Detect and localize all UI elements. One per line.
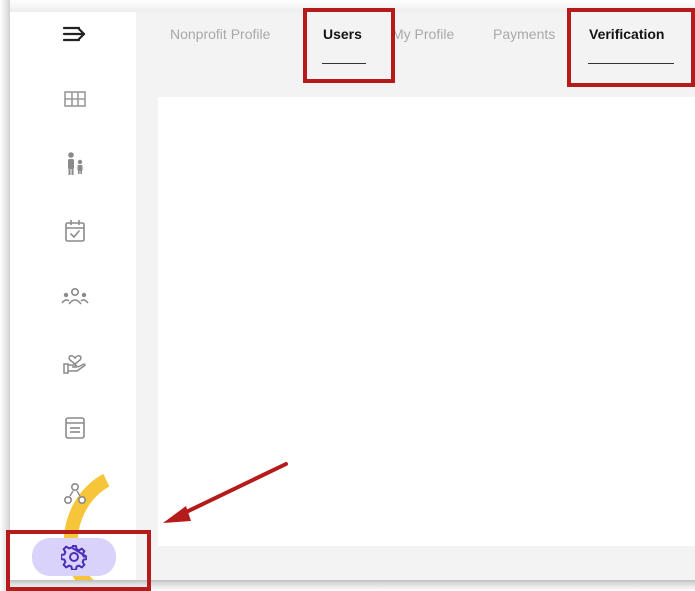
collapse-menu-icon: [62, 26, 86, 42]
tab-my-profile[interactable]: My Profile: [392, 26, 454, 46]
hand-heart-icon: [63, 355, 86, 374]
nav-settings[interactable]: [32, 538, 116, 576]
tab-users-underline: [322, 63, 366, 64]
calendar-check-icon: [65, 220, 85, 242]
tab-verification[interactable]: Verification: [589, 26, 664, 46]
nav-documents[interactable]: [44, 410, 106, 446]
network-nodes-icon: [63, 482, 87, 505]
document-list-icon: [65, 417, 85, 439]
nav-dashboard[interactable]: [44, 81, 106, 117]
settings-tabs: Nonprofit Profile Users My Profile Payme…: [136, 12, 695, 82]
people-icon: [68, 152, 83, 175]
page-edge-top: [10, 0, 695, 12]
tab-payments[interactable]: Payments: [493, 26, 555, 46]
tab-nonprofit-profile[interactable]: Nonprofit Profile: [170, 26, 270, 46]
group-icon: [61, 287, 89, 305]
collapse-menu-button[interactable]: [44, 16, 106, 52]
tab-users[interactable]: Users: [323, 26, 362, 46]
main-content-panel: [158, 97, 695, 546]
nav-groups[interactable]: [44, 279, 106, 315]
dashboard-grid-icon: [64, 91, 86, 107]
tab-verification-underline: [588, 63, 674, 64]
nav-network[interactable]: [44, 476, 106, 512]
page-edge: [0, 0, 10, 591]
page-edge-bottom: [10, 580, 695, 591]
nav-people[interactable]: [44, 146, 106, 182]
nav-calendar[interactable]: [44, 213, 106, 249]
nav-donations[interactable]: [44, 344, 106, 380]
sidebar: [10, 12, 204, 580]
app-window: Nonprofit Profile Users My Profile Payme…: [10, 12, 695, 580]
settings-gear-icon: [61, 545, 87, 570]
